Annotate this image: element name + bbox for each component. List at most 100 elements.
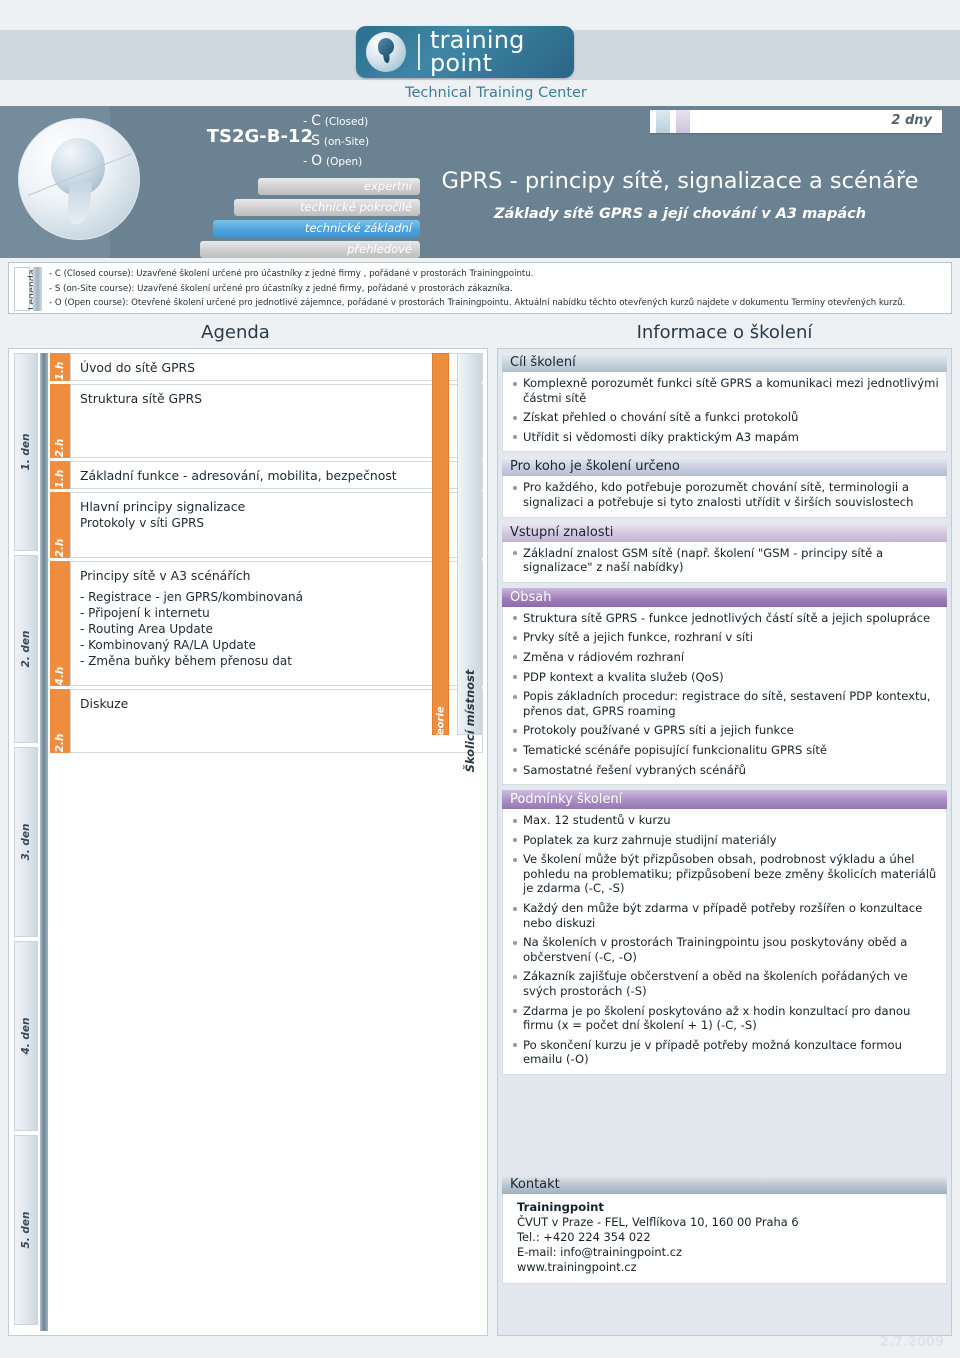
- level-bar-expertni: expertní: [258, 178, 420, 195]
- info-bullet: Změna v rádiovém rozhraní: [509, 650, 940, 665]
- info-bullet: Tematické scénáře popisující funkcionali…: [509, 743, 940, 758]
- info-bullet: Získat přehled o chování sítě a funkci p…: [509, 410, 940, 425]
- teorie-bar: Teorie: [432, 353, 449, 741]
- agenda-day-cell: 2. den: [14, 555, 38, 743]
- agenda-row-title: Struktura sítě GPRS: [80, 391, 203, 406]
- agenda-row: 2.h Struktura sítě GPRS: [50, 384, 483, 458]
- legend-line-open: - O (Open course): Otevřené školení urče…: [49, 298, 906, 309]
- info-bullet: Komplexně porozumět funkci sítě GPRS a k…: [509, 376, 940, 405]
- info-section-body: Základní znalost GSM sítě (např. školení…: [502, 541, 947, 583]
- info-bullet: Protokoly používané v GPRS síti a jejich…: [509, 723, 940, 738]
- agenda-row-title: Hlavní principy signalizace: [80, 499, 246, 514]
- training-point-logo: training point: [356, 26, 574, 78]
- agenda-hours-label: 4.h: [54, 666, 66, 686]
- agenda-row: 4.h Principy sítě v A3 scénářích - Regist…: [50, 561, 483, 686]
- course-code: TS2G-B-12: [206, 126, 313, 147]
- agenda-day-cell: 5. den: [14, 1135, 38, 1325]
- agenda-day-label: 5. den: [20, 1211, 32, 1249]
- agenda-row-title: Diskuze: [80, 696, 129, 711]
- info-bullet: Samostatné řešení vybraných scénářů: [509, 763, 940, 778]
- course-subtitle: Základy sítě GPRS a její chování v A3 ma…: [493, 206, 867, 222]
- legend-accent-bar: [33, 267, 42, 311]
- agenda-row-line: - Změna buňky během přenosu dat: [80, 654, 292, 668]
- agenda-day-cell: 1. den: [14, 353, 38, 551]
- agenda-day-label: 4. den: [20, 1017, 32, 1055]
- agenda-spine: [40, 353, 48, 1331]
- course-variant-closed: - C (Closed): [303, 113, 369, 129]
- info-bullet: Po skončení kurzu je v případě potřeby m…: [509, 1038, 940, 1067]
- kontakt-heading: Kontakt: [502, 1175, 947, 1194]
- room-bar: Školicí místnost: [457, 353, 482, 772]
- info-section-heading: Podmínky školení: [502, 790, 947, 810]
- course-variant-open: - O (Open): [303, 153, 363, 169]
- info-section-body: Max. 12 studentů v kurzu Poplatek za kurz…: [502, 809, 947, 1075]
- agenda-row-body: Hlavní principy signalizace Protokoly v s…: [70, 492, 483, 558]
- level-bars: expertní technické pokročilé technické z…: [200, 178, 420, 262]
- logo-line-2: point: [430, 49, 493, 77]
- agenda-hours-label: 1.h: [54, 361, 66, 381]
- badge-block-blue: [656, 110, 670, 133]
- kontakt-company: Trainingpoint: [517, 1200, 604, 1214]
- agenda-day-cell: 3. den: [14, 747, 38, 937]
- info-panel: Cíl školení Komplexně porozumět funkci sí…: [497, 348, 952, 1336]
- agenda-row-line: - Připojení k internetu: [80, 606, 210, 620]
- agenda-hours-label: 2.h: [54, 438, 66, 458]
- agenda-row-body: Základní funkce - adresování, mobilita, …: [70, 461, 483, 489]
- info-section-heading: Obsah: [502, 587, 947, 607]
- info-bullet: Popis základních procedur: registrace do…: [509, 689, 940, 718]
- agenda-row: 2.h Diskuze: [50, 689, 483, 753]
- agenda-row-body: Diskuze: [70, 689, 483, 753]
- agenda-rows: 1.h Úvod do sítě GPRS 2.h Struktura sítě GP…: [50, 353, 483, 756]
- agenda-hours-label: 2.h: [54, 733, 66, 753]
- agenda-day-label: 3. den: [20, 823, 32, 861]
- logo-divider: [418, 34, 420, 70]
- info-bullet: Prvky sítě a jejich funkce, rozhraní v s…: [509, 630, 940, 645]
- agenda-title: Agenda: [201, 322, 270, 343]
- agenda-row: 1.h Úvod do sítě GPRS: [50, 353, 483, 381]
- info-bullet: Pro každého, kdo potřebuje porozumět cho…: [509, 480, 940, 509]
- legend-lines: - C (Closed course): Uzavřené školení ur…: [49, 267, 945, 311]
- agenda-panel: 1. den 2. den 3. den 4. den 5. den 1.h Úvod d…: [8, 348, 488, 1336]
- info-section-heading: Vstupní znalosti: [502, 522, 947, 542]
- level-bar-technicke-zakladni-active: technické základní: [213, 220, 420, 237]
- legend-tab: Legenda: [14, 267, 38, 311]
- legend-line-closed: - C (Closed course): Uzavřené školení ur…: [49, 269, 534, 279]
- agenda-hours-label: 2.h: [54, 538, 66, 558]
- info-section-heading: Cíl školení: [502, 353, 947, 372]
- agenda-row-line: - Registrace - jen GPRS/kombinovaná: [80, 590, 303, 604]
- kontakt-line[interactable]: E-mail: info@trainingpoint.cz: [517, 1245, 940, 1260]
- info-bullet: Ve školení může být přizpůsoben obsah, p…: [509, 852, 940, 896]
- agenda-row-line: - Kombinovaný RA/LA Update: [80, 638, 256, 652]
- info-section-body: Pro každého, kdo potřebuje porozumět cho…: [502, 476, 947, 518]
- agenda-row-line: Protokoly v síti GPRS: [80, 516, 205, 530]
- info-bullet: PDP kontext a kvalita služeb (QoS): [509, 670, 940, 685]
- agenda-hours-bar: 2.h: [50, 689, 70, 753]
- agenda-row-line: - Routing Area Update: [80, 622, 213, 636]
- legend-line-onsite: - S (on-Site course): Uzavřené školení u…: [49, 283, 513, 294]
- agenda-day-label: 2. den: [20, 630, 32, 668]
- kontakt-line[interactable]: www.trainingpoint.cz: [517, 1260, 940, 1275]
- agenda-day-cell: 4. den: [14, 941, 38, 1131]
- agenda-row-title: Úvod do sítě GPRS: [80, 360, 196, 375]
- agenda-hours-bar: 1.h: [50, 461, 70, 489]
- kontakt-line: ČVUT v Praze - FEL, Velflíkova 10, 160 0…: [517, 1215, 799, 1229]
- agenda-row-body: Úvod do sítě GPRS: [70, 353, 483, 381]
- course-variant-onsite: - S (on-Site): [303, 133, 370, 149]
- document-page: training point Technical Training Center…: [0, 0, 960, 1358]
- footer-date: 2.7.2009: [879, 1335, 944, 1350]
- agenda-hours-bar: 2.h: [50, 492, 70, 558]
- info-bullet: Základní znalost GSM sítě (např. školení…: [509, 546, 940, 575]
- course-variants: - C (Closed) - S (on-Site) - O (Open): [303, 112, 423, 172]
- large-droplet-graphic: [18, 118, 140, 246]
- info-section-heading: Pro koho je školení určeno: [502, 457, 947, 477]
- teorie-label: Teorie: [435, 706, 446, 741]
- agenda-row-title: Základní funkce - adresování, mobilita, …: [80, 468, 397, 483]
- agenda-row-title: Principy sítě v A3 scénářích: [80, 568, 251, 583]
- agenda-day-column: 1. den 2. den 3. den 4. den 5. den: [14, 353, 38, 1329]
- kontakt-body: Trainingpoint ČVUT v Praze - FEL, Velflík…: [502, 1194, 947, 1284]
- agenda-hours-bar: 1.h: [50, 353, 70, 381]
- agenda-hours-label: 1.h: [54, 469, 66, 489]
- info-bullet: Struktura sítě GPRS - funkce jednotlivýc…: [509, 611, 940, 626]
- room-label: Školicí místnost: [462, 669, 477, 773]
- course-code-box: TS2G-B-12: [207, 108, 313, 172]
